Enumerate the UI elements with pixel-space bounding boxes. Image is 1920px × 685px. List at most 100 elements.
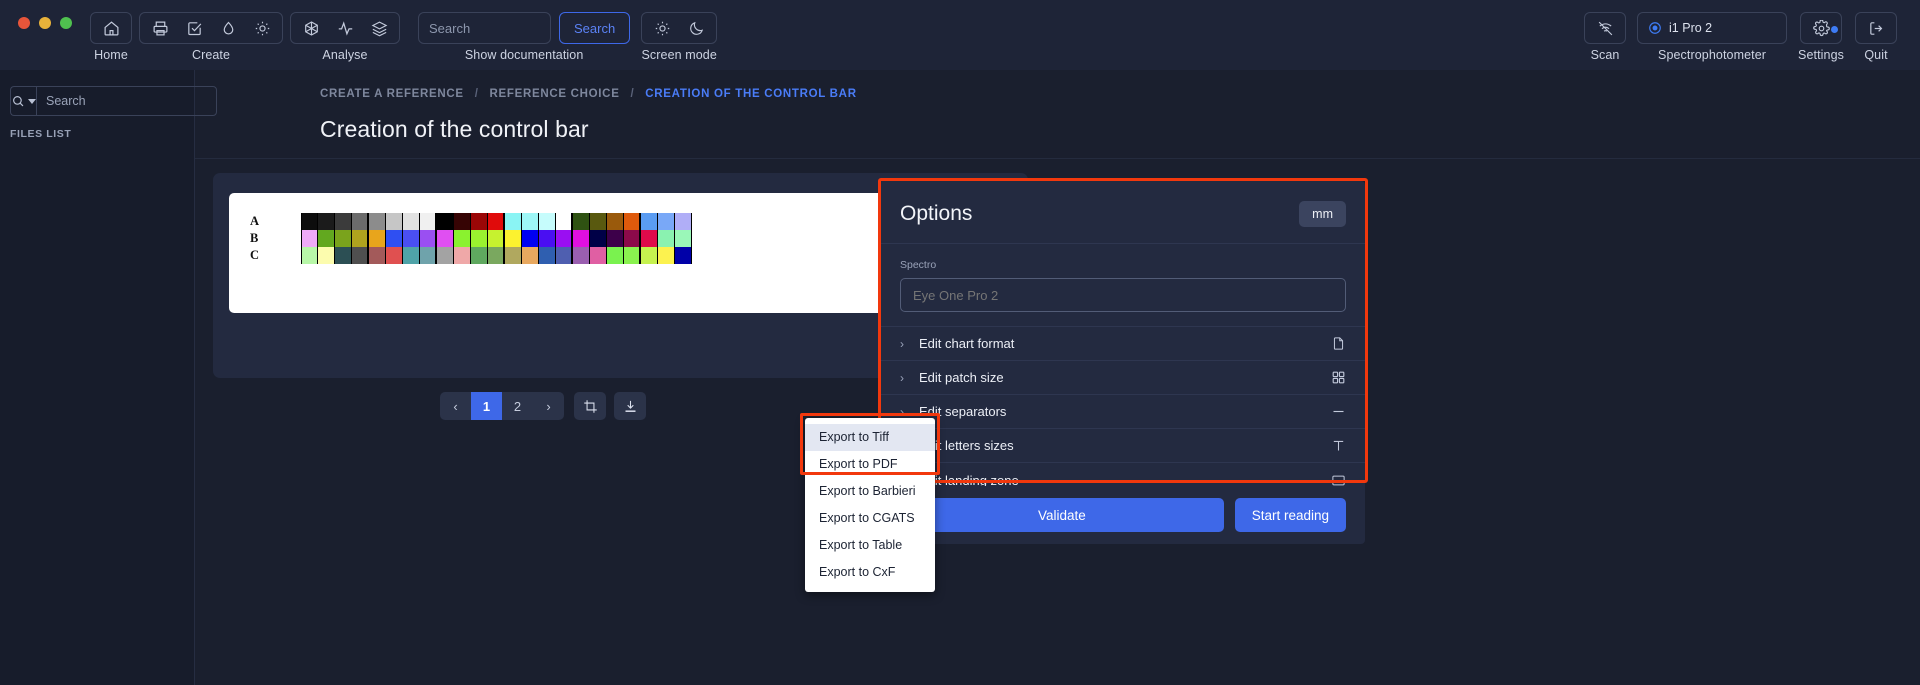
color-patch[interactable] bbox=[641, 213, 658, 230]
color-patch[interactable] bbox=[488, 230, 505, 247]
color-patch[interactable] bbox=[386, 247, 403, 264]
color-patch[interactable] bbox=[369, 230, 386, 247]
color-patch[interactable] bbox=[437, 213, 454, 230]
pagination-page-1[interactable]: 1 bbox=[471, 392, 502, 420]
export-menu-item-0[interactable]: Export to Tiff bbox=[805, 424, 935, 451]
layers-icon[interactable] bbox=[362, 13, 396, 43]
color-patch[interactable] bbox=[658, 247, 675, 264]
activity-icon[interactable] bbox=[328, 13, 362, 43]
validate-button[interactable]: Validate bbox=[900, 498, 1224, 532]
color-patch[interactable] bbox=[335, 247, 352, 264]
color-patch[interactable] bbox=[369, 213, 386, 230]
breadcrumb-item-0[interactable]: CREATE A REFERENCE bbox=[320, 88, 464, 100]
color-patch[interactable] bbox=[590, 230, 607, 247]
logout-icon[interactable] bbox=[1859, 13, 1893, 43]
color-patch[interactable] bbox=[641, 247, 658, 264]
color-patch[interactable] bbox=[301, 247, 318, 264]
export-menu-item-4[interactable]: Export to Table bbox=[805, 532, 935, 559]
color-patch[interactable] bbox=[369, 247, 386, 264]
color-patch[interactable] bbox=[675, 247, 692, 264]
documentation-search-button[interactable]: Search bbox=[559, 12, 631, 44]
color-patch[interactable] bbox=[556, 247, 573, 264]
color-patch[interactable] bbox=[454, 230, 471, 247]
color-patch[interactable] bbox=[522, 213, 539, 230]
color-patch[interactable] bbox=[352, 230, 369, 247]
color-patch[interactable] bbox=[318, 213, 335, 230]
sidebar-search-filter-button[interactable] bbox=[10, 86, 36, 116]
color-patch[interactable] bbox=[522, 247, 539, 264]
color-patch[interactable] bbox=[437, 230, 454, 247]
export-menu-item-1[interactable]: Export to PDF bbox=[805, 451, 935, 478]
color-patch[interactable] bbox=[607, 247, 624, 264]
documentation-search-input[interactable] bbox=[418, 12, 551, 44]
color-patch[interactable] bbox=[318, 230, 335, 247]
color-patch[interactable] bbox=[675, 230, 692, 247]
color-patch[interactable] bbox=[607, 213, 624, 230]
crop-icon[interactable] bbox=[574, 392, 606, 420]
color-patch[interactable] bbox=[505, 230, 522, 247]
color-patch[interactable] bbox=[573, 213, 590, 230]
color-patch[interactable] bbox=[556, 213, 573, 230]
color-patch[interactable] bbox=[488, 247, 505, 264]
droplet-icon[interactable] bbox=[211, 13, 245, 43]
color-patch[interactable] bbox=[556, 230, 573, 247]
color-patch[interactable] bbox=[573, 247, 590, 264]
download-icon[interactable] bbox=[614, 392, 646, 420]
color-patch[interactable] bbox=[386, 230, 403, 247]
color-patch[interactable] bbox=[335, 230, 352, 247]
color-patch[interactable] bbox=[607, 230, 624, 247]
sidebar-search-input[interactable] bbox=[36, 86, 217, 116]
pagination-page-2[interactable]: 2 bbox=[502, 392, 533, 420]
maximize-window-button[interactable] bbox=[60, 17, 72, 29]
color-patch[interactable] bbox=[437, 247, 454, 264]
home-icon[interactable] bbox=[94, 13, 128, 43]
color-patch[interactable] bbox=[301, 213, 318, 230]
sun-icon[interactable] bbox=[245, 13, 279, 43]
color-patch[interactable] bbox=[590, 213, 607, 230]
spectrophotometer-select[interactable]: i1 Pro 2 bbox=[1637, 12, 1788, 44]
minimize-window-button[interactable] bbox=[39, 17, 51, 29]
color-patch[interactable] bbox=[454, 247, 471, 264]
color-patch[interactable] bbox=[403, 247, 420, 264]
start-reading-button[interactable]: Start reading bbox=[1234, 498, 1346, 532]
color-patch[interactable] bbox=[505, 213, 522, 230]
color-patch[interactable] bbox=[675, 213, 692, 230]
color-patch[interactable] bbox=[420, 247, 437, 264]
color-patch[interactable] bbox=[573, 230, 590, 247]
color-patch[interactable] bbox=[522, 230, 539, 247]
color-patch[interactable] bbox=[420, 230, 437, 247]
color-patch[interactable] bbox=[658, 230, 675, 247]
color-patch[interactable] bbox=[318, 247, 335, 264]
export-menu-item-5[interactable]: Export to CxF bbox=[805, 559, 935, 586]
color-patch[interactable] bbox=[624, 230, 641, 247]
color-patch[interactable] bbox=[488, 213, 505, 230]
color-patch[interactable] bbox=[539, 247, 556, 264]
color-patch[interactable] bbox=[471, 213, 488, 230]
export-menu-item-3[interactable]: Export to CGATS bbox=[805, 505, 935, 532]
color-patch[interactable] bbox=[420, 213, 437, 230]
color-patch[interactable] bbox=[386, 213, 403, 230]
close-window-button[interactable] bbox=[18, 17, 30, 29]
color-patch[interactable] bbox=[505, 247, 522, 264]
printer-icon[interactable] bbox=[143, 13, 177, 43]
check-square-icon[interactable] bbox=[177, 13, 211, 43]
color-patch[interactable] bbox=[539, 230, 556, 247]
cube-icon[interactable] bbox=[294, 13, 328, 43]
color-patch[interactable] bbox=[352, 247, 369, 264]
color-patch[interactable] bbox=[471, 230, 488, 247]
sun-icon[interactable] bbox=[645, 13, 679, 43]
pagination-prev-button[interactable]: ‹ bbox=[440, 392, 471, 420]
color-patch[interactable] bbox=[539, 213, 556, 230]
color-patch[interactable] bbox=[590, 247, 607, 264]
export-menu-item-2[interactable]: Export to Barbieri bbox=[805, 478, 935, 505]
color-patch[interactable] bbox=[403, 213, 420, 230]
color-patch[interactable] bbox=[301, 230, 318, 247]
color-patch[interactable] bbox=[471, 247, 488, 264]
color-patch[interactable] bbox=[624, 247, 641, 264]
color-patch[interactable] bbox=[454, 213, 471, 230]
color-patch[interactable] bbox=[352, 213, 369, 230]
color-patch[interactable] bbox=[403, 230, 420, 247]
scan-off-icon[interactable] bbox=[1588, 13, 1622, 43]
color-patch[interactable] bbox=[658, 213, 675, 230]
color-patch[interactable] bbox=[624, 213, 641, 230]
